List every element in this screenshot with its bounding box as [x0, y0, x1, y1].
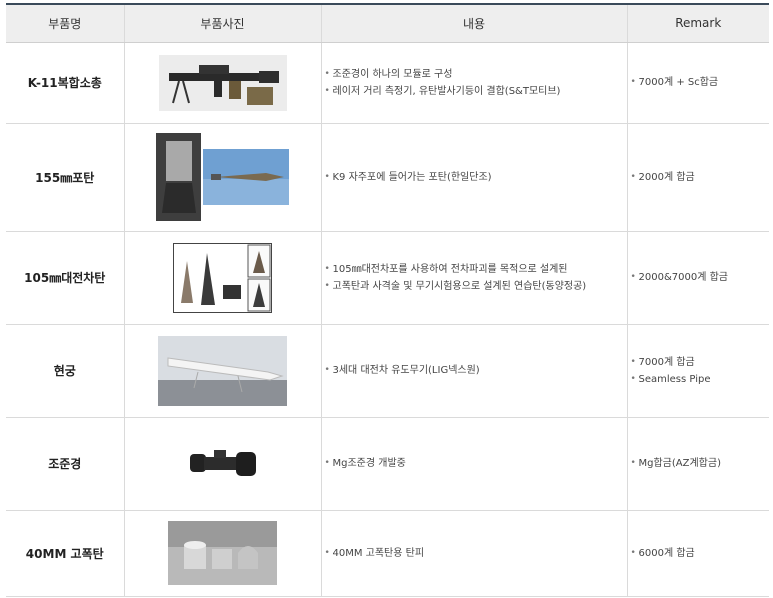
part-name: 현궁 — [6, 324, 124, 418]
parts-table: 부품명 부품사진 내용 Remark K-11복합소총 • 조준경이 하나의 모… — [6, 3, 769, 597]
part-name: 조준경 — [6, 417, 124, 511]
table-row: 조준경 Mg조준경 개발중 Mg합금(AZ계합금) — [6, 417, 769, 511]
remark-line: 2000계 합금 — [631, 169, 769, 186]
content-line: 조준경이 하나의 모듈로 구성 — [325, 66, 626, 83]
header-part-name: 부품명 — [6, 3, 124, 43]
remark-line: Mg합금(AZ계합금) — [631, 455, 769, 472]
content-line: 고폭탄과 사격술 및 무기시험용으로 설계된 연습탄(동양정공) — [325, 278, 626, 295]
part-name: 40MM 고폭탄 — [6, 510, 124, 597]
artillery-shell-photo — [156, 133, 289, 221]
content-line: K9 자주포에 들어가는 포탄(한일단조) — [325, 169, 626, 186]
remark-line: 2000&7000계 합금 — [631, 269, 769, 286]
table-header-row: 부품명 부품사진 내용 Remark — [6, 3, 769, 43]
header-content: 내용 — [320, 3, 627, 43]
content-line: 40MM 고폭탄용 탄피 — [325, 545, 626, 562]
header-part-photo: 부품사진 — [123, 3, 321, 43]
table-row: 155㎜포탄 K9 자주포에 들어가는 포탄(한일단조) — [6, 123, 769, 232]
table-row: K-11복합소총 • 조준경이 하나의 모듈로 구성 • 레이저 거리 측정기,… — [6, 42, 769, 124]
table-row: 현궁 3세대 대전차 유도무기(LIG넥스원) 7000계 합금 — [6, 324, 769, 418]
content-line: 105㎜대전차포를 사용하여 전차파괴를 목적으로 설계된 — [325, 261, 626, 278]
grenade-shell-photo — [168, 521, 277, 585]
remark-line: Seamless Pipe — [631, 371, 769, 388]
content-line: 레이저 거리 측정기, 유탄발사기등이 결합(S&T모티브) — [325, 83, 626, 100]
content-line: Mg조준경 개발중 — [325, 455, 626, 472]
remark-line: 7000계 + Sc합금 — [631, 74, 769, 91]
part-name: K-11복합소총 — [6, 42, 124, 124]
content-line: 3세대 대전차 유도무기(LIG넥스원) — [325, 362, 626, 379]
part-name: 155㎜포탄 — [6, 123, 124, 232]
table-row: 40MM 고폭탄 40MM 고폭탄용 탄피 6000계 합금 — [6, 510, 769, 597]
remark-line: 6000계 합금 — [631, 545, 769, 562]
part-name: 105㎜대전차탄 — [6, 231, 124, 325]
scope-photo — [185, 441, 260, 486]
table-row: 105㎜대전차탄 105㎜대전차 — [6, 231, 769, 325]
rifle-photo — [158, 54, 287, 111]
missile-photo — [158, 335, 287, 406]
header-remark: Remark — [626, 3, 769, 43]
remark-line: 7000계 합금 — [631, 354, 769, 371]
anti-tank-round-photo — [173, 242, 272, 313]
